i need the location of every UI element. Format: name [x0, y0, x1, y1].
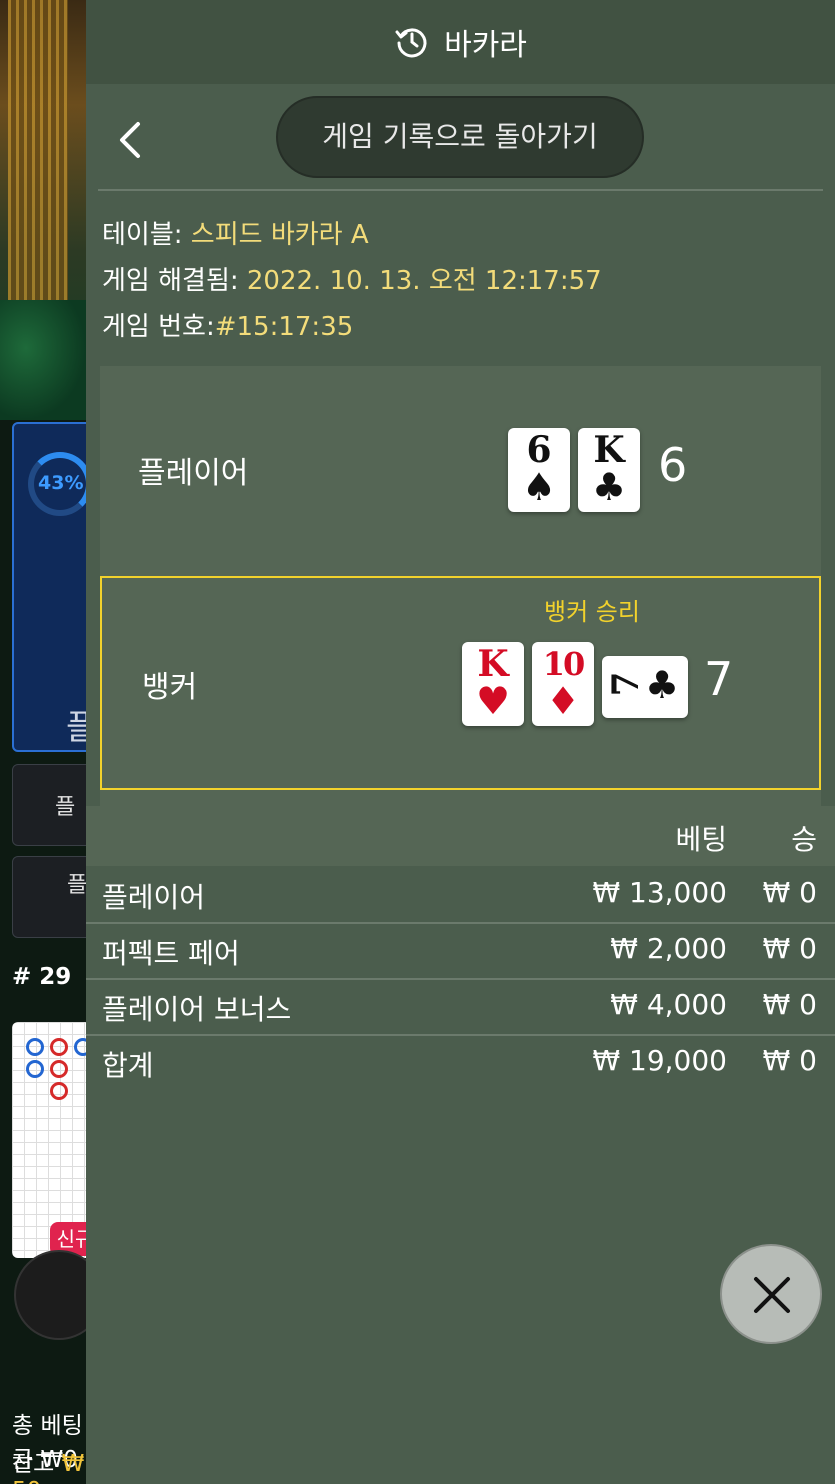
player-label: 플레이어 — [138, 456, 249, 491]
player-spot-label: 플 — [66, 708, 86, 748]
total-label: 합계 — [102, 1049, 154, 1082]
table-total-row: 합계 ₩ 19,000 ₩ 0 — [86, 1036, 835, 1092]
game-history-panel: 바카라 게임 기록으로 돌아가기 테이블: 스피드 바카라 A 게임 해결됨: … — [86, 0, 835, 1484]
resolved-value: 2022. 10. 13. 오전 12:17:57 — [246, 266, 602, 296]
side-bet-label-1: 플 — [55, 795, 76, 820]
back-arrow-icon[interactable] — [116, 120, 146, 160]
side-bet-button-1[interactable]: 플 — [12, 764, 86, 846]
bet-amount: ₩ 4,000 — [610, 988, 727, 1021]
round-info: 게임 번호:#15:17:35 — [102, 306, 353, 343]
banker-label: 뱅커 — [142, 670, 198, 705]
player-score: 6 — [658, 438, 688, 492]
bet-name: 플레이어 — [102, 881, 206, 914]
bet-name: 퍼펙트 페어 — [102, 937, 240, 970]
table-decoration — [8, 0, 68, 330]
total-win-amount: ₩ 0 — [762, 1044, 817, 1077]
background-game-strip: 43% 플 플 플 # 29 신규 총 베팅금 ₩0 잔고 ₩ 50 — [0, 0, 86, 1484]
round-value: #15:17:35 — [214, 312, 354, 342]
win-amount: ₩ 0 — [762, 988, 817, 1021]
banker-card-1: K ♥ — [462, 642, 524, 726]
balance-label: 잔고 — [12, 1451, 55, 1477]
bets-table-header: 베팅 승 — [86, 806, 835, 866]
resolved-info: 게임 해결됨: 2022. 10. 13. 오전 12:17:57 — [102, 260, 602, 297]
player-card-2: K ♣ — [578, 428, 640, 512]
close-icon — [754, 1277, 790, 1313]
spade-icon: ♠ — [521, 465, 557, 509]
percent-text: 43% — [38, 472, 84, 494]
back-to-history-button[interactable]: 게임 기록으로 돌아가기 — [276, 96, 644, 178]
table-value: 스피드 바카라 A — [190, 220, 369, 250]
close-button[interactable] — [720, 1244, 822, 1344]
total-bet-amount: ₩ 19,000 — [592, 1044, 727, 1077]
win-amount: ₩ 0 — [762, 876, 817, 909]
bet-column-header: 베팅 — [675, 823, 727, 856]
table-info: 테이블: 스피드 바카라 A — [102, 214, 369, 251]
win-column-header: 승 — [791, 823, 817, 856]
round-number: # 29 — [12, 964, 72, 990]
balance-line: 잔고 ₩ 50 — [12, 1444, 86, 1484]
bet-amount: ₩ 2,000 — [610, 932, 727, 965]
table-row: 플레이어 보너스 ₩ 4,000 ₩ 0 — [86, 980, 835, 1036]
side-bet-button-2[interactable]: 플 — [12, 856, 86, 938]
win-amount: ₩ 0 — [762, 932, 817, 965]
club-icon: ♣ — [591, 465, 627, 509]
side-bet-label-2: 플 — [67, 873, 86, 898]
round-label: 게임 번호: — [102, 312, 215, 342]
player-card-1: 6 ♠ — [508, 428, 570, 512]
table-label: 테이블: — [102, 220, 183, 250]
card-rank: 10 — [542, 645, 586, 683]
diamond-icon: ♦ — [545, 679, 581, 723]
resolved-label: 게임 해결됨: — [102, 266, 239, 296]
banker-card-3: 7 ♣ — [602, 656, 688, 718]
history-clock-icon — [395, 28, 427, 58]
bet-name: 플레이어 보너스 — [102, 993, 292, 1026]
club-icon: ♣ — [644, 663, 680, 707]
heart-icon: ♥ — [475, 679, 511, 723]
card-rank: 6 — [526, 429, 552, 471]
table-row: 퍼펙트 페어 ₩ 2,000 ₩ 0 — [86, 924, 835, 980]
bet-amount: ₩ 13,000 — [592, 876, 727, 909]
chip-selector[interactable] — [14, 1250, 86, 1340]
card-rank: K — [593, 429, 625, 471]
banker-card-2: 10 ♦ — [532, 642, 594, 726]
table-felt — [0, 300, 86, 420]
divider — [98, 189, 823, 191]
card-rank: K — [477, 643, 509, 685]
panel-header: 바카라 — [86, 0, 835, 84]
banker-score: 7 — [704, 652, 734, 706]
banker-win-tag: 뱅커 승리 — [544, 598, 640, 626]
card-rank: 7 — [605, 671, 647, 697]
table-row: 플레이어 ₩ 13,000 ₩ 0 — [86, 868, 835, 924]
panel-title: 바카라 — [444, 28, 527, 63]
